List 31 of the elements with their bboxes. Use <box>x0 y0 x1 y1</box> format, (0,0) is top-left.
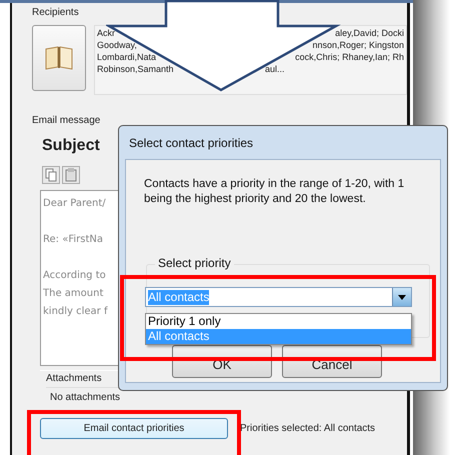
recipient-text: cock,Chris; Rhaney,Ian; Rh <box>295 51 404 63</box>
subject-label: Subject <box>42 137 100 156</box>
message-text: The amount <box>43 287 104 301</box>
message-text: According to <box>43 269 107 283</box>
recipient-text: Ackr <box>97 27 115 39</box>
dialog-title: Select contact priorities <box>128 135 254 152</box>
recipient-text: nnson,Roger; Kingston <box>312 39 404 51</box>
copy-icon[interactable] <box>42 166 60 184</box>
caret-icon <box>398 294 406 300</box>
recipient-text: Robinson,Samanth <box>97 63 174 75</box>
recipient-text: aul... <box>265 63 285 75</box>
group-label: Recipients <box>31 6 80 19</box>
message-text: Dear Parent/ <box>43 197 107 211</box>
dialog-message: Contacts have a priority in the range of 1-20, with 1 being the highest priority and 20 the lowest. <box>143 177 406 207</box>
group-label: Select priority <box>155 256 234 270</box>
message-text: Re: «FirstNa <box>43 233 104 247</box>
status-text: Priorities selected: All contacts <box>240 423 376 434</box>
book-icon <box>44 45 74 71</box>
message-body-field[interactable]: Dear Parent/ Re: «FirstNa According to The amount kindly clear f <box>40 190 120 366</box>
dropdown-button[interactable] <box>392 288 411 306</box>
dropdown-value: All contacts <box>148 290 210 304</box>
group-label: Email message <box>31 114 102 127</box>
paste-icon[interactable] <box>62 166 80 184</box>
attachments-label: Attachments <box>46 372 103 386</box>
dropdown-option[interactable]: Priority 1 only <box>146 314 411 329</box>
email-contact-priorities-button[interactable]: Email contact priorities <box>40 418 228 439</box>
recipient-text: aley,David; Docki <box>335 27 404 39</box>
recipient-text: Goodway, <box>97 39 137 51</box>
address-book-button[interactable] <box>32 25 86 91</box>
recipient-text: Lombardi,Nata <box>97 51 156 63</box>
message-text: kindly clear f <box>43 305 109 319</box>
